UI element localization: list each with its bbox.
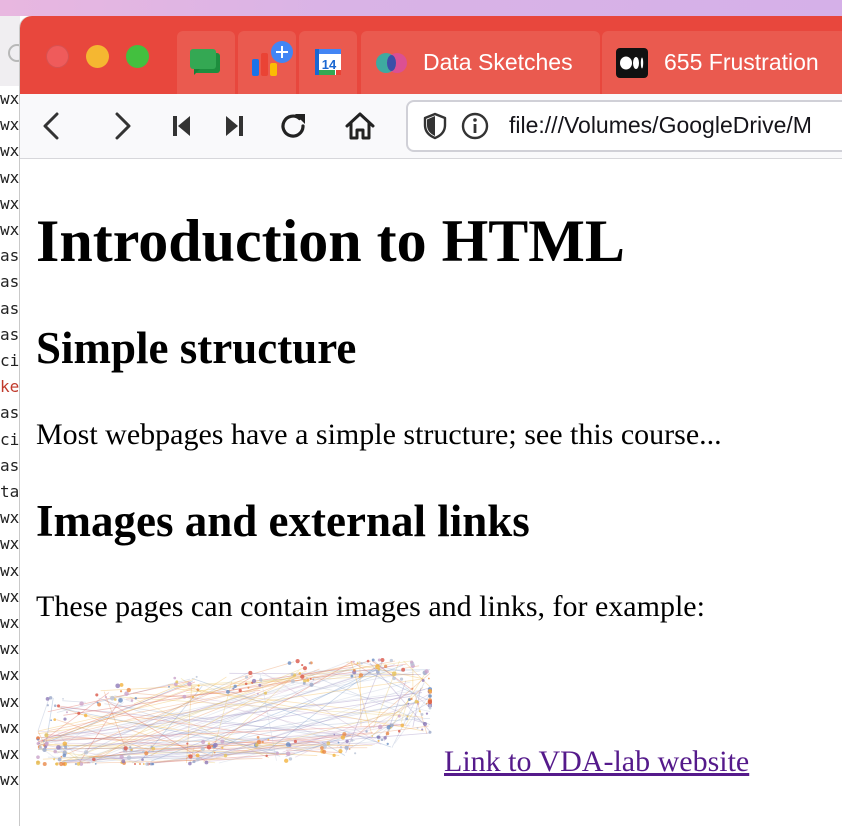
terminal-line: as [0, 246, 20, 266]
terminal-line: ta [0, 482, 20, 502]
medium-icon [616, 48, 648, 78]
url-text[interactable]: file:///Volumes/GoogleDrive/M [509, 112, 812, 139]
home-icon[interactable] [342, 108, 378, 144]
terminal-line: wx [0, 89, 20, 108]
terminal-line: as [0, 403, 20, 423]
page-content: Introduction to HTML Simple structure Mo… [20, 159, 842, 826]
terminal-line: wx [0, 220, 20, 240]
navigation-toolbar: file:///Volumes/GoogleDrive/M [20, 94, 842, 159]
window-close-button[interactable] [46, 45, 69, 68]
background-window-edge [0, 16, 26, 86]
terminal-line: wx [0, 744, 20, 764]
forward-icon[interactable] [104, 108, 140, 144]
terminal-line: as [0, 298, 20, 318]
section-heading-simple-structure: Simple structure [36, 323, 357, 373]
tab-title: Data Sketches [423, 49, 573, 75]
background-terminal: wx wx wx wx wx wx as as as as ci ke as ci as ta wx wx wx wx… [0, 86, 20, 826]
google-chat-icon [190, 49, 220, 75]
terminal-line: ci [0, 351, 20, 371]
vda-lab-network-image [36, 658, 432, 767]
terminal-line: wx [0, 770, 20, 790]
back-icon[interactable] [34, 108, 70, 144]
tab-data-sketches[interactable]: Data Sketches [361, 31, 600, 94]
browser-window: 14 Data Sketches 655 Frustration file://… [20, 16, 842, 826]
terminal-line: wx [0, 115, 20, 135]
svg-text:14: 14 [322, 57, 337, 72]
section-paragraph-structure: Most webpages have a simple structure; s… [36, 418, 722, 451]
terminal-line: ci [0, 429, 20, 449]
address-bar[interactable]: file:///Volumes/GoogleDrive/M [406, 100, 842, 152]
pinned-tab-google-contacts[interactable] [238, 31, 296, 94]
desktop-top-strip [0, 0, 842, 16]
terminal-line: wx [0, 534, 20, 554]
terminal-line: wx [0, 586, 20, 606]
terminal-line: as [0, 272, 20, 292]
terminal-line: wx [0, 691, 20, 711]
info-icon[interactable] [460, 111, 490, 141]
tab-655-frustration[interactable]: 655 Frustration [602, 31, 842, 94]
tab-title: 655 Frustration [664, 49, 819, 75]
tab-bar: 14 Data Sketches 655 Frustration [20, 16, 842, 94]
terminal-line: ke [0, 377, 20, 397]
data-sketches-icon [376, 53, 407, 73]
terminal-line: wx [0, 193, 20, 213]
page-title: Introduction to HTML [36, 208, 625, 274]
terminal-line: as [0, 455, 20, 475]
google-contacts-icon [252, 41, 293, 76]
terminal-line: wx [0, 508, 20, 528]
terminal-line: as [0, 324, 20, 344]
reload-icon[interactable] [275, 108, 311, 144]
terminal-line: wx [0, 639, 20, 659]
skip-forward-icon[interactable] [216, 108, 252, 144]
terminal-line: wx [0, 717, 20, 737]
pinned-tab-google-chat[interactable] [177, 31, 235, 94]
window-maximize-button[interactable] [126, 45, 149, 68]
vda-lab-link[interactable]: Link to VDA-lab website [444, 745, 749, 779]
terminal-line: wx [0, 560, 20, 580]
google-calendar-icon: 14 [315, 49, 341, 75]
terminal-line: wx [0, 613, 20, 633]
section-paragraph-images: These pages can contain images and links… [36, 590, 705, 623]
window-minimize-button[interactable] [86, 45, 109, 68]
pinned-tab-google-calendar[interactable]: 14 [299, 31, 357, 94]
terminal-line: wx [0, 167, 20, 187]
section-heading-images-links: Images and external links [36, 496, 530, 546]
shield-icon[interactable] [422, 112, 448, 140]
terminal-line: wx [0, 141, 20, 161]
skip-back-icon[interactable] [164, 108, 200, 144]
terminal-line: wx [0, 665, 20, 685]
